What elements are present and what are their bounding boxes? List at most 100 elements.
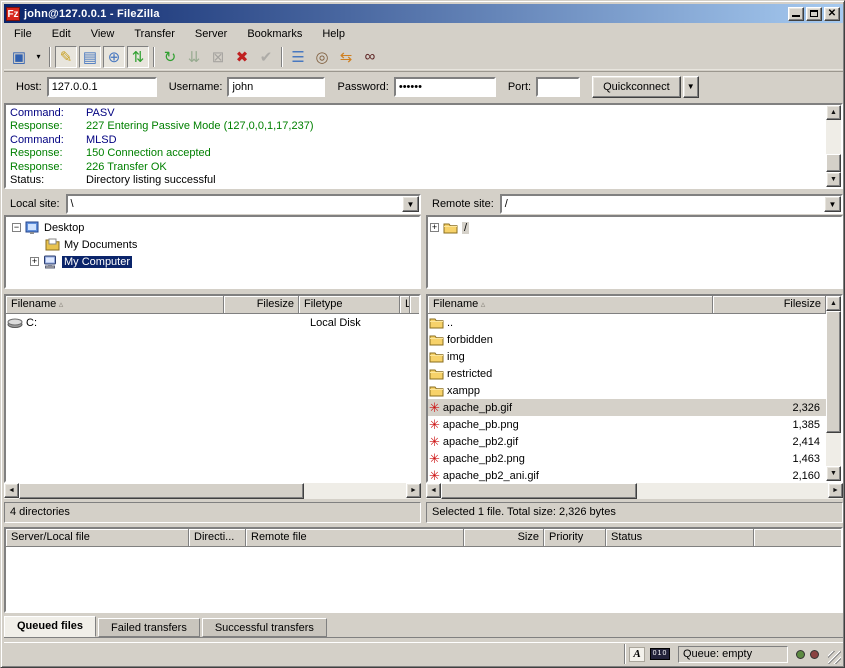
image-file-icon: ✳: [429, 435, 440, 448]
collapse-icon[interactable]: −: [12, 223, 21, 232]
remote-hscrollbar[interactable]: ◄ ►: [426, 483, 843, 499]
remote-file-row-restricted[interactable]: restricted: [428, 365, 826, 382]
menu-item-help[interactable]: Help: [312, 26, 355, 42]
local-tree-item-my-documents[interactable]: My Documents: [6, 236, 419, 253]
remote-scroll-left-button[interactable]: ◄: [426, 483, 441, 498]
file-size: 2,414: [713, 436, 826, 448]
resize-grip[interactable]: [828, 651, 841, 664]
remote-tree-root[interactable]: + /: [428, 219, 841, 236]
local-file-row[interactable]: C:Local Disk: [6, 314, 419, 331]
toggle-local-tree-icon[interactable]: ▤: [79, 46, 101, 68]
log-scroll-up-button[interactable]: ▲: [826, 105, 841, 120]
remote-scrollbar-thumb[interactable]: [826, 311, 841, 433]
log-scroll-down-button[interactable]: ▼: [826, 172, 841, 187]
remote-file-row-apache_pb.gif[interactable]: ✳apache_pb.gif2,326: [428, 399, 826, 416]
message-log[interactable]: Command:PASVResponse:227 Entering Passiv…: [4, 103, 843, 189]
toggle-remote-tree-icon[interactable]: ⊕: [103, 46, 125, 68]
column-header-remote-file[interactable]: Remote file: [246, 529, 464, 547]
toggle-queue-icon[interactable]: ⇅: [127, 46, 149, 68]
remote-scroll-up-button[interactable]: ▲: [826, 296, 841, 311]
image-file-icon: ✳: [429, 469, 440, 482]
local-hscrollbar-thumb[interactable]: [19, 483, 304, 499]
binary-data-type-icon[interactable]: 010: [650, 648, 670, 660]
local-site-combo[interactable]: \ ▼: [66, 194, 421, 214]
remote-status-bar: Selected 1 file. Total size: 2,326 bytes: [426, 502, 843, 523]
compare-icon[interactable]: ◎: [311, 46, 333, 68]
remote-file-row-apache_pb2_ani.gif[interactable]: ✳apache_pb2_ani.gif2,160: [428, 467, 826, 484]
reconnect-icon[interactable]: ✔: [255, 46, 277, 68]
local-scroll-right-button[interactable]: ►: [406, 483, 421, 498]
toggle-message-log-icon[interactable]: ✎: [55, 46, 77, 68]
tab-successful-transfers[interactable]: Successful transfers: [202, 618, 327, 637]
remote-file-row-img[interactable]: img: [428, 348, 826, 365]
username-input[interactable]: [227, 77, 325, 97]
column-header-l[interactable]: L: [400, 296, 410, 314]
column-header-filename[interactable]: Filename ▵: [428, 296, 713, 314]
folder-icon: [429, 351, 444, 363]
title-bar[interactable]: Fz john@127.0.0.1 - FileZilla ✕: [4, 4, 843, 23]
quickconnect-button[interactable]: Quickconnect: [592, 76, 681, 98]
filter-icon[interactable]: ☰: [287, 46, 309, 68]
local-site-label: Local site:: [4, 198, 66, 210]
remote-site-combo[interactable]: / ▼: [500, 194, 843, 214]
remote-scroll-down-button[interactable]: ▼: [826, 466, 841, 481]
tab-failed-transfers[interactable]: Failed transfers: [98, 618, 200, 637]
remote-file-row-apache_pb2.gif[interactable]: ✳apache_pb2.gif2,414: [428, 433, 826, 450]
expand-icon[interactable]: +: [430, 223, 439, 232]
menu-item-file[interactable]: File: [4, 26, 42, 42]
local-site-dropdown-icon[interactable]: ▼: [402, 196, 419, 212]
site-manager-icon[interactable]: ▣: [8, 46, 30, 68]
cancel-icon[interactable]: ⊠: [207, 46, 229, 68]
close-button[interactable]: ✕: [824, 7, 840, 21]
filezilla-window: Fz john@127.0.0.1 - FileZilla ✕ FileEdit…: [0, 0, 845, 668]
local-hscrollbar[interactable]: ◄ ►: [4, 483, 421, 499]
column-header-size[interactable]: Size: [464, 529, 544, 547]
remote-file-row-apache_pb.png[interactable]: ✳apache_pb.png1,385: [428, 416, 826, 433]
remote-scroll-right-button[interactable]: ►: [828, 483, 843, 498]
menu-item-view[interactable]: View: [81, 26, 125, 42]
column-header-filesize[interactable]: Filesize: [224, 296, 299, 314]
ascii-data-type-icon[interactable]: A: [629, 647, 645, 662]
column-header-server-local-file[interactable]: Server/Local file: [6, 529, 189, 547]
local-tree-item-desktop[interactable]: −Desktop: [6, 219, 419, 236]
remote-hscrollbar-thumb[interactable]: [441, 483, 637, 499]
log-scrollbar-thumb[interactable]: [826, 154, 841, 172]
menu-item-edit[interactable]: Edit: [42, 26, 81, 42]
process-queue-icon[interactable]: ⇊: [183, 46, 205, 68]
statusbar-divider: [624, 644, 626, 664]
expand-icon[interactable]: +: [30, 257, 39, 266]
disconnect-icon[interactable]: ✖: [231, 46, 253, 68]
quickconnect-dropdown-button[interactable]: ▼: [683, 76, 699, 98]
site-manager-dropdown[interactable]: ▾: [32, 46, 45, 68]
column-header-directi-[interactable]: Directi...: [189, 529, 246, 547]
remote-file-row-forbidden[interactable]: forbidden: [428, 331, 826, 348]
sync-browsing-icon[interactable]: ⇆: [335, 46, 357, 68]
remote-file-row-apache_pb2.png[interactable]: ✳apache_pb2.png1,463: [428, 450, 826, 467]
refresh-icon[interactable]: ↻: [159, 46, 181, 68]
remote-file-row-..[interactable]: ..: [428, 314, 826, 331]
menu-item-server[interactable]: Server: [185, 26, 237, 42]
menu-item-transfer[interactable]: Transfer: [124, 26, 185, 42]
password-input[interactable]: [394, 77, 496, 97]
filezilla-logo-icon: Fz: [6, 7, 20, 21]
column-header-filename[interactable]: Filename ▵: [6, 296, 224, 314]
remote-site-dropdown-icon[interactable]: ▼: [824, 196, 841, 212]
column-header-priority[interactable]: Priority: [544, 529, 606, 547]
disk-icon: [7, 318, 23, 328]
menu-item-bookmarks[interactable]: Bookmarks: [237, 26, 312, 42]
local-tree-item-my-computer[interactable]: +My Computer: [6, 253, 419, 270]
host-input[interactable]: [47, 77, 157, 97]
remote-file-row-xampp[interactable]: xampp: [428, 382, 826, 399]
column-header-label: Directi...: [194, 531, 234, 543]
find-files-icon[interactable]: ∞: [359, 46, 381, 68]
minimize-button[interactable]: [788, 7, 804, 21]
column-header-filetype[interactable]: Filetype: [299, 296, 400, 314]
column-header-filesize[interactable]: Filesize: [713, 296, 826, 314]
log-line-type: Response:: [10, 147, 86, 160]
queue-empty-area[interactable]: [6, 547, 841, 611]
column-header-status[interactable]: Status: [606, 529, 754, 547]
maximize-button[interactable]: [806, 7, 822, 21]
local-scroll-left-button[interactable]: ◄: [4, 483, 19, 498]
port-input[interactable]: [536, 77, 580, 97]
tab-queued-files[interactable]: Queued files: [4, 616, 96, 637]
